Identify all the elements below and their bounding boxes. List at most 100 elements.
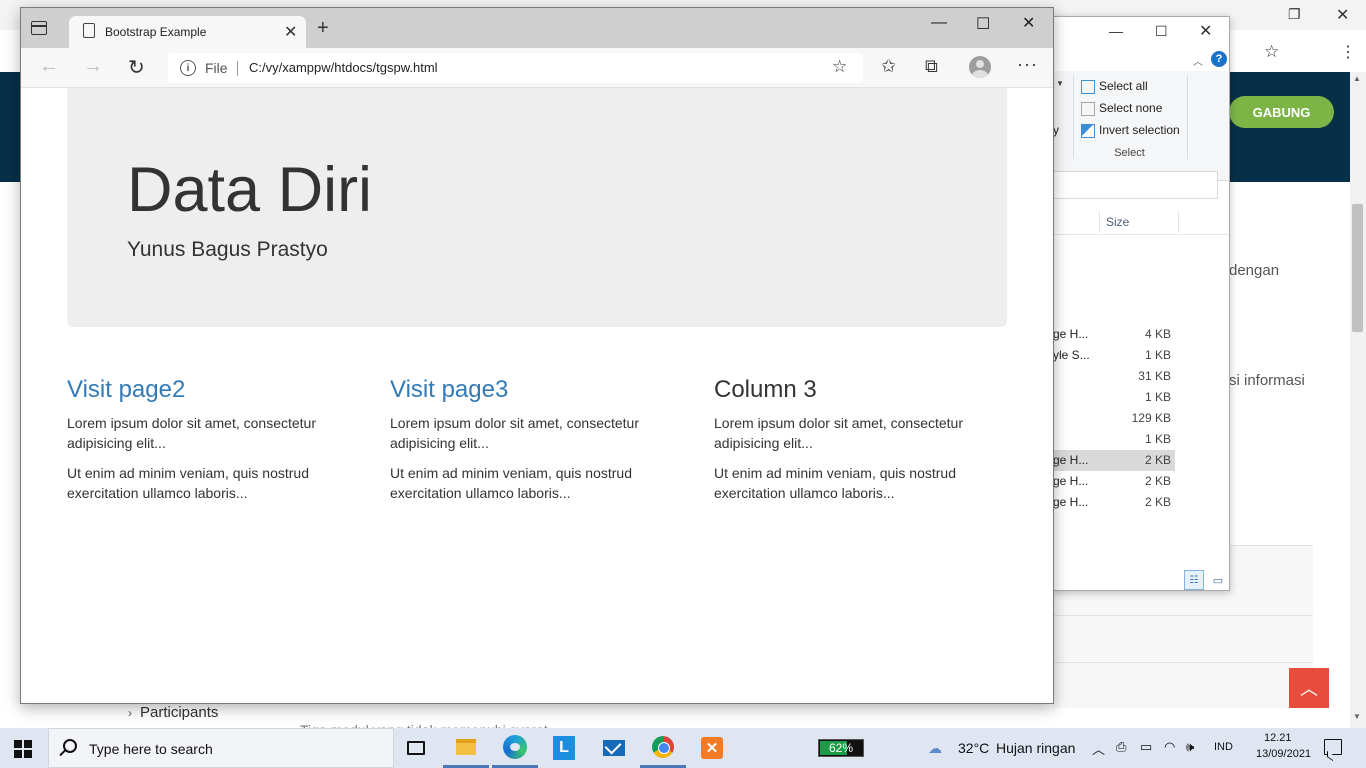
address-bar[interactable]: i File C:/vy/xamppw/htdocs/tgspw.html ☆ <box>168 53 863 83</box>
tab-strip: Bootstrap Example ✕ + — ☐ ✕ <box>21 8 1053 48</box>
ribbon-collapse-icon[interactable]: ︿ <box>1193 53 1203 68</box>
back-icon[interactable]: ← <box>39 55 59 78</box>
column-3: Column 3 Lorem ipsum dolor sit amet, con… <box>714 377 1004 513</box>
scrollbar[interactable] <box>1350 72 1366 728</box>
visit-page3-link[interactable]: Visit page3 <box>390 377 680 403</box>
select-none-icon <box>1081 102 1095 116</box>
file-row[interactable]: yle S... 1 KB <box>1053 345 1175 366</box>
rain-cloud-icon[interactable]: ☁ <box>928 740 942 757</box>
maximize-icon[interactable]: ☐ <box>976 14 990 34</box>
select-all-button[interactable]: Select all <box>1081 79 1148 94</box>
collections-icon[interactable]: ⧉ <box>925 56 938 77</box>
explorer-titlebar: — ☐ ✕ <box>1053 17 1229 47</box>
battery-icon[interactable]: ▭ <box>1140 739 1152 755</box>
battery-widget[interactable]: 62% <box>818 739 864 757</box>
column-header-size[interactable]: Size <box>1106 215 1129 229</box>
search-icon <box>63 739 77 753</box>
column-3-heading: Column 3 <box>714 376 817 403</box>
minimize-icon[interactable]: — <box>931 14 947 32</box>
weather-temperature[interactable]: 32°C <box>958 740 989 756</box>
language-indicator[interactable]: IND <box>1214 741 1233 753</box>
close-tab-icon[interactable]: ✕ <box>284 22 297 42</box>
new-tab-icon[interactable]: + <box>317 18 329 38</box>
column-divider[interactable] <box>1099 211 1100 233</box>
favorites-icon[interactable]: ✩ <box>881 56 896 77</box>
column-header-row <box>1053 211 1229 235</box>
scroll-down-arrow-icon[interactable]: ▼ <box>1353 712 1361 721</box>
profile-icon[interactable] <box>969 56 991 78</box>
restore-icon[interactable]: ❐ <box>1288 6 1301 23</box>
scrollbar-thumb[interactable] <box>1352 204 1363 332</box>
minimize-icon[interactable]: — <box>1109 23 1123 39</box>
maximize-icon[interactable]: ☐ <box>1155 23 1168 40</box>
file-row[interactable]: ge H... 2 KB <box>1053 471 1175 492</box>
clock-time[interactable]: 12.21 <box>1264 732 1292 744</box>
refresh-icon[interactable]: ↻ <box>128 55 145 80</box>
meet-now-icon[interactable]: ⎙ <box>1116 739 1126 755</box>
scheme-label: File <box>205 60 228 76</box>
explorer-search-input[interactable] <box>1053 171 1218 199</box>
column-paragraph: Ut enim ad minim veniam, quis nostrud ex… <box>714 465 956 501</box>
scroll-up-arrow-icon[interactable]: ▲ <box>1353 74 1361 83</box>
file-size: 1 KB <box>1144 432 1171 446</box>
more-icon[interactable]: ⋮ <box>1340 42 1356 62</box>
details-view-icon[interactable]: ☷ <box>1184 570 1204 590</box>
main-browser-window: Bootstrap Example ✕ + — ☐ ✕ ← → ↻ i File… <box>20 7 1054 704</box>
page-subtitle: Yunus Bagus Prastyo <box>127 238 328 261</box>
file-size: 2 KB <box>1144 474 1171 488</box>
wifi-icon[interactable]: ◠ <box>1164 739 1175 755</box>
close-icon[interactable]: ✕ <box>1336 5 1349 25</box>
more-options-icon[interactable]: ··· <box>1017 54 1038 75</box>
file-explorer-taskbar-button[interactable] <box>443 728 489 768</box>
file-row[interactable]: 31 KB <box>1053 366 1175 387</box>
file-name: ge H... <box>1053 327 1089 341</box>
close-icon[interactable]: ✕ <box>1022 13 1035 33</box>
star-icon[interactable]: ☆ <box>1264 42 1279 62</box>
file-row[interactable]: 1 KB <box>1053 387 1175 408</box>
file-row[interactable]: ge H... 2 KB <box>1053 450 1175 471</box>
visit-page2-link[interactable]: Visit page2 <box>67 377 357 403</box>
task-view-button[interactable] <box>393 728 439 768</box>
xampp-taskbar-button[interactable]: ✕ <box>689 728 735 768</box>
large-icons-view-icon[interactable]: ▭ <box>1208 570 1228 590</box>
page-title: Data Diri <box>127 155 373 225</box>
tray-overflow-icon[interactable]: ︿ <box>1092 739 1105 758</box>
chevron-down-icon[interactable]: ▼ <box>1056 79 1064 88</box>
launcher-taskbar-button[interactable]: L <box>541 728 587 768</box>
scroll-to-top-button[interactable]: ︿ <box>1289 668 1329 708</box>
browser-tab[interactable]: Bootstrap Example ✕ <box>69 16 306 48</box>
notification-icon[interactable] <box>1324 739 1342 755</box>
file-size: 2 KB <box>1144 495 1171 509</box>
windows-start-icon[interactable] <box>14 740 32 758</box>
taskbar-search-input[interactable]: Type here to search <box>48 728 394 768</box>
add-favorite-icon[interactable]: ☆ <box>832 57 847 77</box>
forward-icon[interactable]: → <box>83 55 103 78</box>
sidebar-item-participants[interactable]: › Participants <box>128 704 218 721</box>
weather-description[interactable]: Hujan ringan <box>996 740 1075 756</box>
edge-taskbar-button[interactable] <box>492 728 538 768</box>
folder-icon <box>456 738 476 755</box>
mail-taskbar-button[interactable] <box>591 728 637 768</box>
file-row[interactable]: 1 KB <box>1053 429 1175 450</box>
invert-selection-button[interactable]: Invert selection <box>1081 123 1180 138</box>
file-size: 129 KB <box>1131 411 1171 425</box>
clock-date[interactable]: 13/09/2021 <box>1256 748 1311 760</box>
chrome-icon <box>652 735 674 758</box>
file-row[interactable]: ge H... 4 KB <box>1053 324 1175 345</box>
close-icon[interactable]: ✕ <box>1199 21 1212 41</box>
select-none-button[interactable]: Select none <box>1081 101 1162 116</box>
address-divider <box>237 61 238 76</box>
url-text[interactable]: C:/vy/xamppw/htdocs/tgspw.html <box>249 60 438 75</box>
tab-actions-icon[interactable] <box>31 21 47 35</box>
info-icon[interactable]: i <box>180 60 196 76</box>
page-icon <box>83 23 95 38</box>
volume-icon[interactable]: 🕪 <box>1186 739 1194 755</box>
file-row[interactable]: 129 KB <box>1053 408 1175 429</box>
chrome-taskbar-button[interactable] <box>640 728 686 768</box>
edge-icon <box>503 734 527 759</box>
help-icon[interactable]: ? <box>1211 51 1227 67</box>
join-button[interactable]: GABUNG <box>1229 96 1334 128</box>
column-divider[interactable] <box>1178 211 1179 233</box>
file-row[interactable]: ge H... 2 KB <box>1053 492 1175 513</box>
file-name: ge H... <box>1053 495 1089 509</box>
